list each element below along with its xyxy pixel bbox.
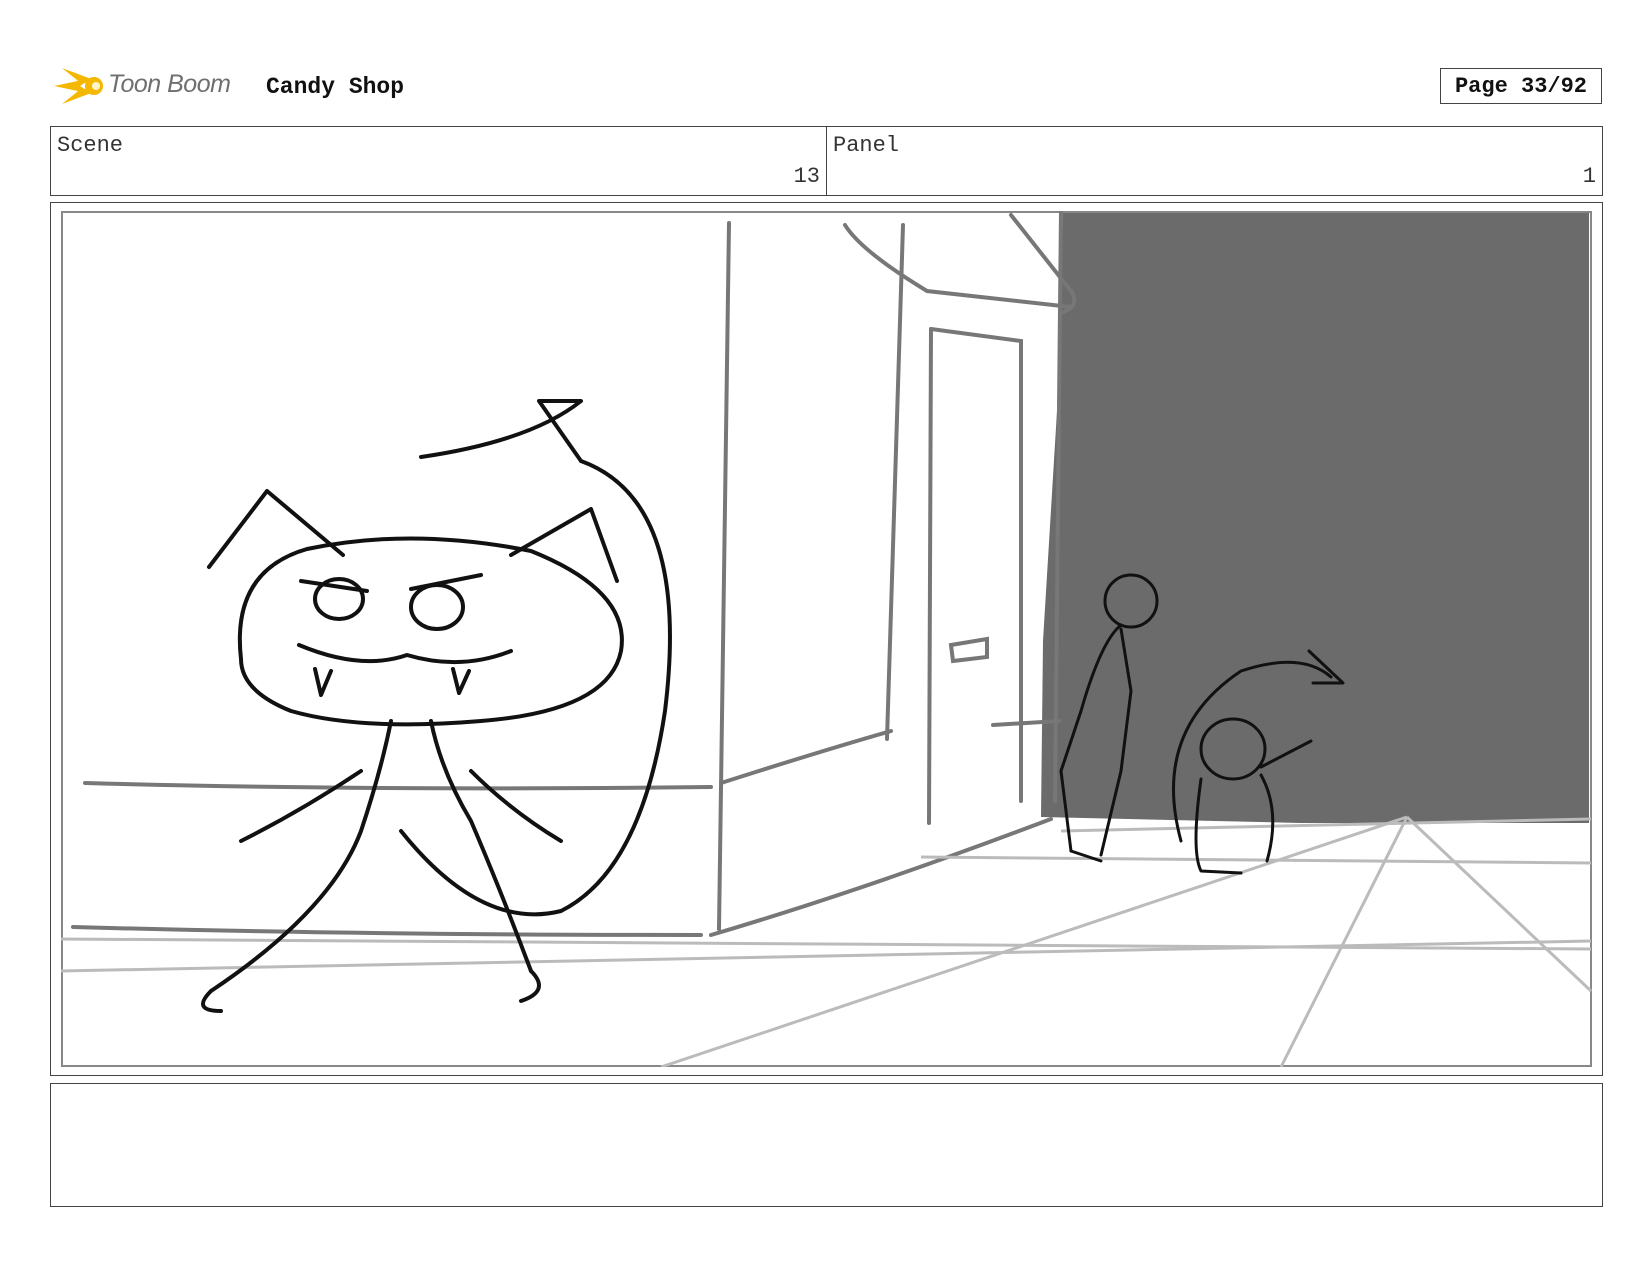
- page-indicator: Page 33/92: [1440, 68, 1602, 104]
- scene-cell: Scene 13: [51, 127, 826, 195]
- scene-value: 13: [793, 164, 820, 189]
- storyboard-sketch: [61, 211, 1592, 1067]
- panel-value: 1: [1582, 164, 1596, 189]
- panel-label: Panel: [833, 133, 900, 158]
- panel-cell: Panel 1: [826, 127, 1602, 195]
- logo-text: Toon Boom: [108, 70, 231, 98]
- page-label: Page 33/92: [1454, 73, 1588, 99]
- panel-notes-box[interactable]: [50, 1083, 1603, 1207]
- storyboard-panel: [50, 202, 1603, 1076]
- project-title: Candy Shop: [266, 74, 405, 100]
- scene-panel-info: Scene 13 Panel 1: [50, 126, 1603, 196]
- scene-label: Scene: [57, 133, 124, 158]
